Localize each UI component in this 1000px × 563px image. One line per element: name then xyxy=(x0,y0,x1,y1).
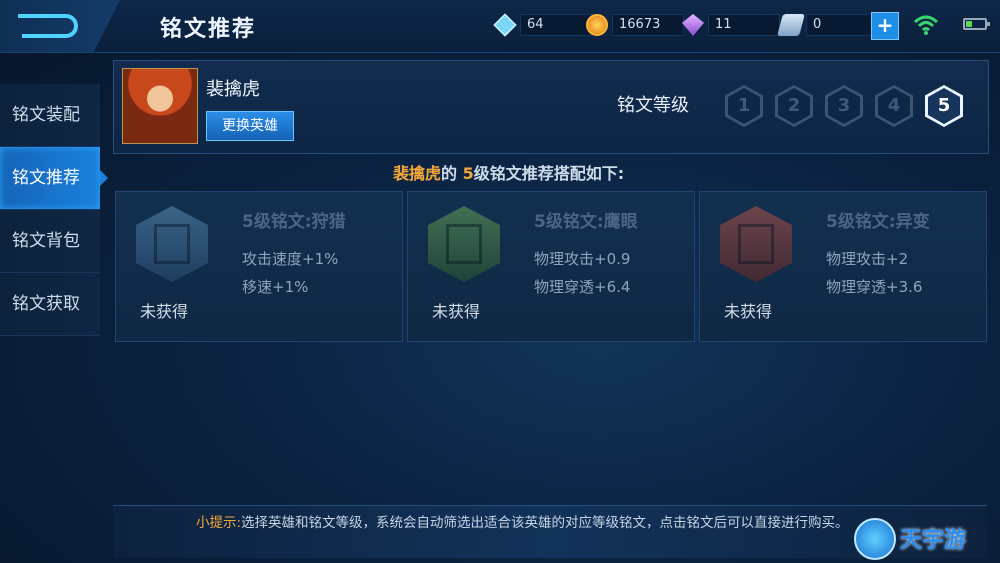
rune-stat: 攻击速度+1% xyxy=(242,250,339,268)
recommend-heading: 裴擒虎的 5级铭文推荐搭配如下: xyxy=(393,164,625,183)
rune-stat: 移速+1% xyxy=(242,278,309,296)
gold-coin-icon xyxy=(586,14,608,36)
rune-status: 未获得 xyxy=(724,302,773,321)
sidebar-item-rune-bag[interactable]: 铭文背包 xyxy=(0,210,100,273)
rune-card-mutation[interactable]: 未获得 5级铭文:异变 物理攻击+2 物理穿透+3.6 xyxy=(699,191,987,342)
rune-stat: 物理穿透+6.4 xyxy=(534,278,631,296)
rune-status: 未获得 xyxy=(432,302,481,321)
back-button[interactable] xyxy=(0,0,120,52)
page-title: 铭文推荐 xyxy=(160,17,257,42)
watermark-logo: 天宇游 xyxy=(850,516,1000,562)
hero-panel: 裴擒虎 更换英雄 铭文等级 1 2 3 4 5 xyxy=(113,60,989,154)
rune-status: 未获得 xyxy=(140,302,189,321)
level-2-button[interactable]: 2 xyxy=(775,85,813,127)
rune-stat: 物理攻击+0.9 xyxy=(534,250,631,268)
hero-portrait[interactable] xyxy=(122,68,198,144)
add-currency-button[interactable]: + xyxy=(871,12,899,40)
diamond-icon xyxy=(493,13,517,37)
back-arrow-icon xyxy=(18,14,78,38)
level-3-button[interactable]: 3 xyxy=(825,85,863,127)
top-bar: 铭文推荐 64 16673 11 0 + xyxy=(0,0,1000,53)
level-5-button[interactable]: 5 xyxy=(925,85,963,127)
rune-mutation-icon xyxy=(720,206,792,282)
rune-name: 5级铭文:鹰眼 xyxy=(534,212,638,232)
gold-count: 16673 xyxy=(612,14,684,36)
hero-name: 裴擒虎 xyxy=(206,79,260,100)
sidebar-item-rune-obtain[interactable]: 铭文获取 xyxy=(0,273,100,336)
rune-stat: 物理攻击+2 xyxy=(826,250,909,268)
battery-icon xyxy=(963,18,990,30)
sidebar-item-rune-equip[interactable]: 铭文装配 xyxy=(0,84,100,147)
tip-label: 小提示: xyxy=(196,515,242,531)
gem-count: 11 xyxy=(708,14,780,36)
change-hero-button[interactable]: 更换英雄 xyxy=(206,111,294,141)
crystal-icon xyxy=(777,14,805,36)
rune-card-hawk-eye[interactable]: 未获得 5级铭文:鹰眼 物理攻击+0.9 物理穿透+6.4 xyxy=(407,191,695,342)
recommend-hero-name: 裴擒虎 xyxy=(393,164,442,183)
purple-gem-icon xyxy=(682,14,704,36)
diamond-count: 64 xyxy=(520,14,592,36)
tip-body: 选择英雄和铭文等级，系统会自动筛选出适合该英雄的对应等级铭文，点击铭文后可以直接… xyxy=(241,515,849,531)
currency-gold: 16673 xyxy=(586,13,684,37)
logo-text: 天宇游 xyxy=(900,528,967,553)
sidebar: 铭文装配 铭文推荐 铭文背包 铭文获取 xyxy=(0,84,108,336)
level-4-button[interactable]: 4 xyxy=(875,85,913,127)
level-1-button[interactable]: 1 xyxy=(725,85,763,127)
rune-name: 5级铭文:异变 xyxy=(826,212,930,232)
currency-gem: 11 xyxy=(682,13,780,37)
rune-stat: 物理穿透+3.6 xyxy=(826,278,923,296)
rune-hunt-icon xyxy=(136,206,208,282)
wifi-icon xyxy=(913,15,939,35)
rune-hawk-eye-icon xyxy=(428,206,500,282)
logo-icon xyxy=(854,518,896,560)
rune-card-hunt[interactable]: 未获得 5级铭文:狩猎 攻击速度+1% 移速+1% xyxy=(115,191,403,342)
rune-name: 5级铭文:狩猎 xyxy=(242,212,346,232)
tip-text: 小提示:选择英雄和铭文等级，系统会自动筛选出适合该英雄的对应等级铭文，点击铭文后… xyxy=(196,513,896,533)
rune-level-label: 铭文等级 xyxy=(617,95,689,116)
sidebar-item-rune-recommend[interactable]: 铭文推荐 xyxy=(0,147,108,210)
currency-diamond: 64 xyxy=(493,13,592,37)
recommend-level: 5 xyxy=(462,164,474,183)
